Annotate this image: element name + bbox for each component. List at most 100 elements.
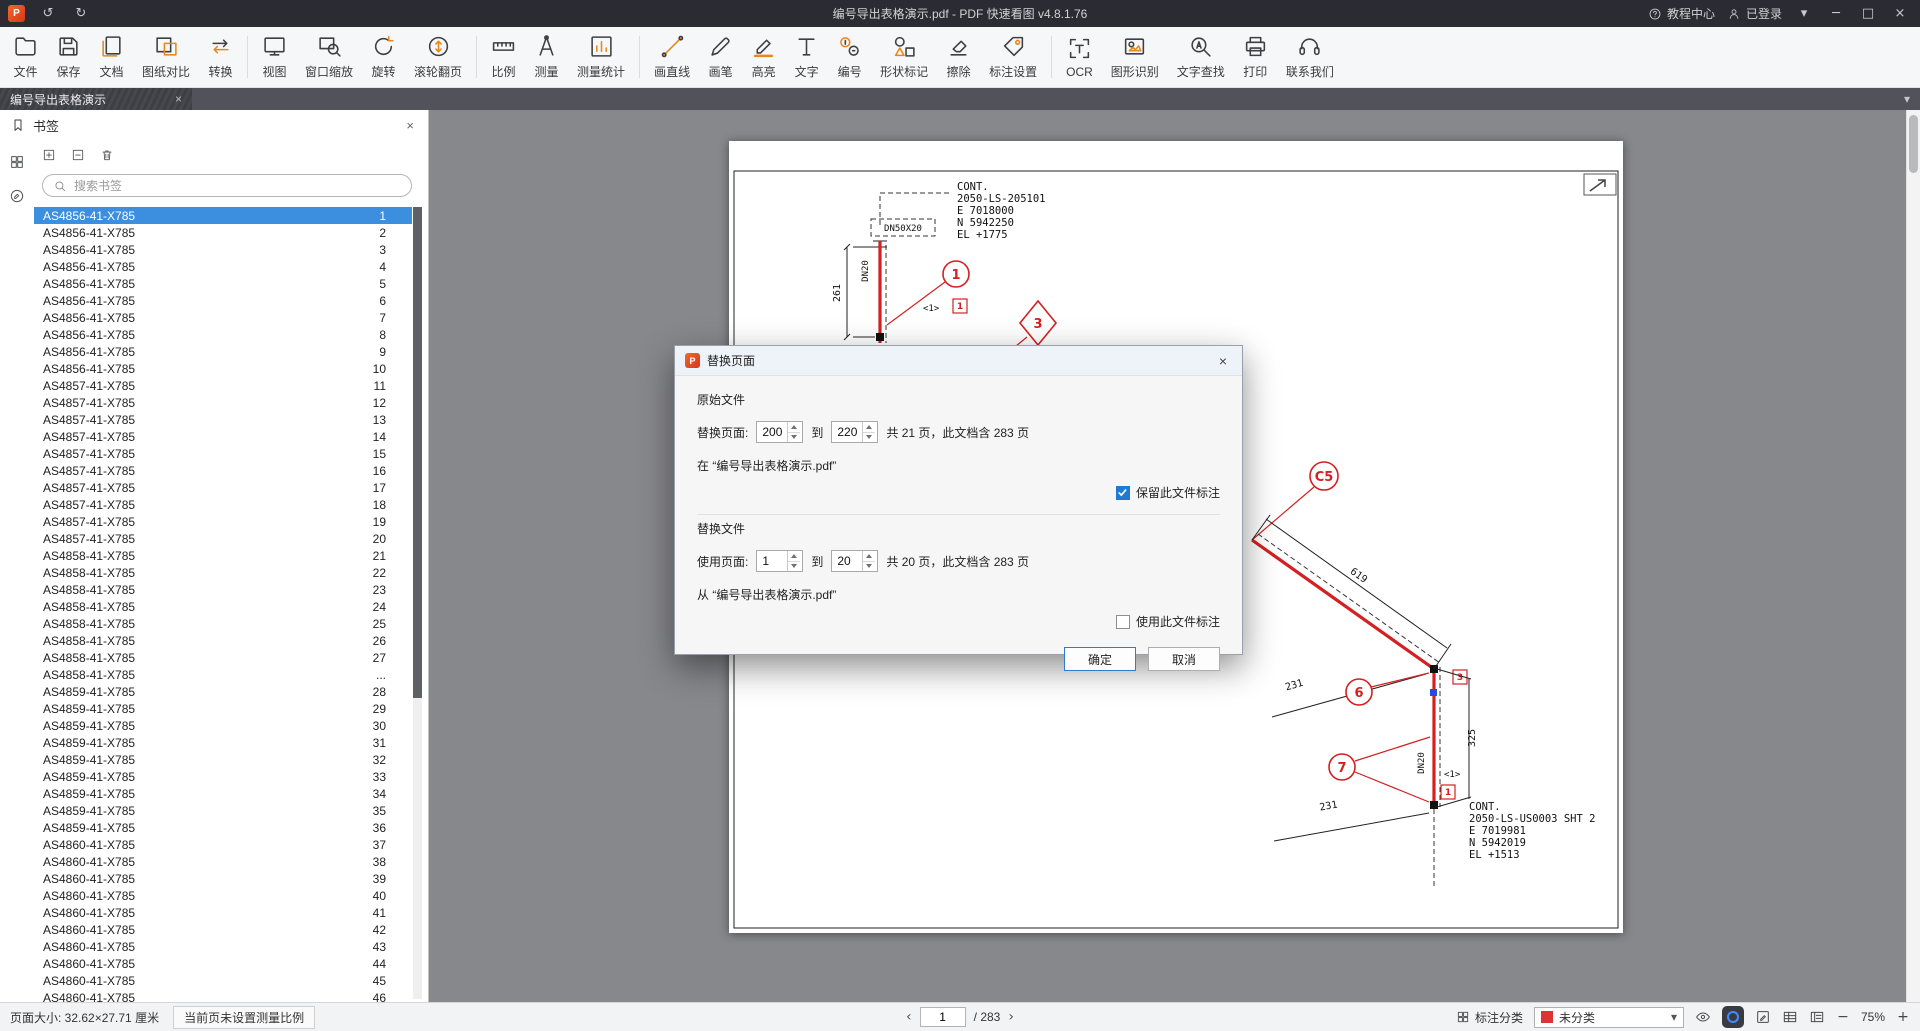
- toolbar-ocr-button[interactable]: OCR: [1057, 29, 1102, 85]
- panel-close-button[interactable]: ×: [406, 118, 414, 133]
- toolbar-file-button[interactable]: 文件: [4, 29, 47, 85]
- bookmark-item[interactable]: AS4858-41-X785 24: [34, 598, 412, 615]
- annotation-panel-icon[interactable]: [9, 188, 25, 204]
- tab-overflow-chevron[interactable]: ▾: [1894, 88, 1920, 110]
- bookmark-item[interactable]: AS4860-41-X785 40: [34, 887, 412, 904]
- use-to-input[interactable]: [832, 551, 863, 571]
- main-scrollbar[interactable]: [1906, 110, 1920, 1002]
- scrollbar-thumb[interactable]: [1909, 115, 1918, 173]
- bookmark-item[interactable]: AS4856-41-X785 8: [34, 326, 412, 343]
- zoom-out-button[interactable]: −: [1836, 1009, 1850, 1025]
- expand-all-icon[interactable]: [42, 148, 56, 162]
- zoom-in-button[interactable]: +: [1896, 1009, 1910, 1025]
- table-view-icon[interactable]: [1782, 1009, 1798, 1025]
- bookmark-item[interactable]: AS4859-41-X785 31: [34, 734, 412, 751]
- balloon-annotation-c5[interactable]: C5: [1251, 461, 1339, 541]
- bookmark-item[interactable]: AS4857-41-X785 13: [34, 411, 412, 428]
- bookmark-item[interactable]: AS4857-41-X785 19: [34, 513, 412, 530]
- balloon-annotation-7[interactable]: 7: [1328, 736, 1431, 803]
- cancel-button[interactable]: 取消: [1148, 647, 1220, 671]
- bookmark-item[interactable]: AS4860-41-X785 45: [34, 972, 412, 989]
- delete-bookmark-icon[interactable]: [100, 148, 114, 162]
- annotation-mode-icon[interactable]: [1755, 1009, 1771, 1025]
- balloon-annotation-1[interactable]: 1: [886, 260, 970, 326]
- spin-up-icon[interactable]: [788, 551, 801, 562]
- bookmark-search[interactable]: [42, 174, 412, 197]
- toolbar-convert-button[interactable]: 转换: [199, 29, 242, 85]
- bookmark-item[interactable]: AS4856-41-X785 10: [34, 360, 412, 377]
- toolbar-ruler-button[interactable]: 比例: [482, 29, 525, 85]
- toolbar-highlight-button[interactable]: 高亮: [742, 29, 785, 85]
- scrollbar-thumb[interactable]: [413, 207, 422, 699]
- bookmark-item[interactable]: AS4857-41-X785 14: [34, 428, 412, 445]
- toolbar-shape-recog-button[interactable]: 图形识别: [1102, 29, 1168, 85]
- spin-down-icon[interactable]: [863, 433, 875, 443]
- spin-down-icon[interactable]: [788, 562, 800, 572]
- orig-from-spinner[interactable]: [756, 421, 804, 443]
- thumbnails-panel-icon[interactable]: [9, 154, 25, 170]
- toolbar-docs-button[interactable]: 文档: [90, 29, 133, 85]
- page-corner-annotation-icon[interactable]: [1583, 173, 1617, 196]
- bookmark-item[interactable]: AS4857-41-X785 11: [34, 377, 412, 394]
- toolbar-text-button[interactable]: 文字: [785, 29, 828, 85]
- dialog-close-button[interactable]: ×: [1214, 353, 1232, 369]
- bookmark-item[interactable]: AS4856-41-X785 3: [34, 241, 412, 258]
- bookmark-item[interactable]: AS4859-41-X785 29: [34, 700, 412, 717]
- keep-annotation-checkbox[interactable]: [1115, 485, 1130, 500]
- toolbar-compare-button[interactable]: 图纸对比: [133, 29, 199, 85]
- use-from-spinner[interactable]: [756, 550, 804, 572]
- bookmark-item[interactable]: AS4859-41-X785 33: [34, 768, 412, 785]
- bookmark-item[interactable]: AS4860-41-X785 43: [34, 938, 412, 955]
- bookmark-item[interactable]: AS4857-41-X785 18: [34, 496, 412, 513]
- bookmark-item[interactable]: AS4858-41-X785 23: [34, 581, 412, 598]
- annotation-category-button[interactable]: 标注分类: [1456, 1009, 1523, 1026]
- toolbar-find-text-button[interactable]: 文字查找: [1168, 29, 1234, 85]
- bookmark-item[interactable]: AS4860-41-X785 38: [34, 853, 412, 870]
- use-annotation-checkbox[interactable]: [1115, 614, 1130, 629]
- toolbar-annot-settings-button[interactable]: 标注设置: [980, 29, 1046, 85]
- bookmark-item[interactable]: AS4859-41-X785 35: [34, 802, 412, 819]
- collapse-all-icon[interactable]: [71, 148, 85, 162]
- annotation-visibility-icon[interactable]: [1695, 1009, 1711, 1025]
- bookmark-item[interactable]: AS4860-41-X785 42: [34, 921, 412, 938]
- toolbar-zoom-window-button[interactable]: 窗口缩放: [296, 29, 362, 85]
- bookmark-item[interactable]: AS4856-41-X785 1: [34, 207, 412, 224]
- bookmark-item[interactable]: AS4858-41-X785 21: [34, 547, 412, 564]
- bookmark-item[interactable]: AS4856-41-X785 7: [34, 309, 412, 326]
- bookmark-item[interactable]: AS4857-41-X785 12: [34, 394, 412, 411]
- bookmark-item[interactable]: AS4856-41-X785 5: [34, 275, 412, 292]
- toolbar-contact-button[interactable]: 联系我们: [1277, 29, 1343, 85]
- spin-up-icon[interactable]: [863, 551, 876, 562]
- bookmark-item[interactable]: AS4856-41-X785 6: [34, 292, 412, 309]
- spin-up-icon[interactable]: [788, 422, 801, 433]
- toolbar-line-button[interactable]: 画直线: [645, 29, 699, 85]
- toolbar-erase-button[interactable]: 擦除: [937, 29, 980, 85]
- toolbar-stats-button[interactable]: 测量统计: [568, 29, 634, 85]
- bookmark-item[interactable]: AS4860-41-X785 44: [34, 955, 412, 972]
- bookmark-item[interactable]: AS4859-41-X785 30: [34, 717, 412, 734]
- toolbar-scroll-flip-button[interactable]: 滚轮翻页: [405, 29, 471, 85]
- use-from-input[interactable]: [757, 551, 788, 571]
- bookmark-item[interactable]: AS4858-41-X785 ...: [34, 666, 412, 683]
- bookmark-item[interactable]: AS4859-41-X785 32: [34, 751, 412, 768]
- ring-toggle-button[interactable]: [1721, 1006, 1744, 1028]
- titlebar-menu-chevron[interactable]: ▾: [1794, 6, 1814, 21]
- spin-down-icon[interactable]: [788, 433, 800, 443]
- toolbar-print-button[interactable]: 打印: [1234, 29, 1277, 85]
- bookmark-item[interactable]: AS4857-41-X785 15: [34, 445, 412, 462]
- use-to-spinner[interactable]: [831, 550, 879, 572]
- redo-button[interactable]: ↻: [71, 6, 91, 21]
- toolbar-save-button[interactable]: 保存: [47, 29, 90, 85]
- login-status-button[interactable]: 已登录: [1727, 5, 1782, 22]
- bookmark-item[interactable]: AS4858-41-X785 26: [34, 632, 412, 649]
- toolbar-shapes-button[interactable]: 形状标记: [871, 29, 937, 85]
- bookmark-item[interactable]: AS4856-41-X785 2: [34, 224, 412, 241]
- orig-to-spinner[interactable]: [831, 421, 879, 443]
- current-page-input[interactable]: [919, 1007, 966, 1027]
- prev-page-button[interactable]: ‹: [906, 1009, 912, 1025]
- bookmark-item[interactable]: AS4858-41-X785 25: [34, 615, 412, 632]
- search-input[interactable]: [74, 178, 401, 193]
- toolbar-pen-button[interactable]: 画笔: [699, 29, 742, 85]
- tab-active-document[interactable]: 编号导出表格演示 ×: [0, 88, 192, 110]
- tab-close-icon[interactable]: ×: [175, 92, 182, 106]
